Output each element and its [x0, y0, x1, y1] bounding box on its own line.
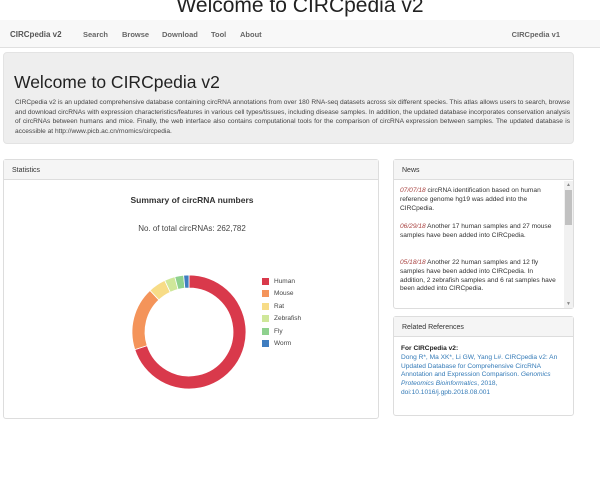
pie-slice-worm[interactable] [183, 274, 190, 289]
chart-title: Summary of circRNA numbers [130, 195, 254, 205]
chart-legend: Human Mouse Rat Zebrafish Fly Worm [262, 275, 301, 350]
nav-browse[interactable]: Browse [122, 30, 149, 39]
references-heading: Related References [394, 317, 573, 337]
news-item: 05/18/18 Another 22 human samples and 12… [400, 259, 558, 294]
legend-label: Fly [274, 327, 283, 335]
nav-circpedia-v1[interactable]: CIRCpedia v1 [512, 30, 560, 39]
legend-item-zebrafish[interactable]: Zebrafish [262, 313, 301, 326]
news-date: 05/18/18 [400, 259, 426, 266]
news-panel: News 07/07/18 circRNA identification bas… [393, 159, 574, 309]
reference-entry: For CIRCpedia v2: Dong R*, Ma XK*, Li GW… [401, 345, 567, 398]
legend-swatch [262, 277, 269, 285]
statistics-panel: Statistics Summary of circRNA numbers No… [3, 159, 379, 419]
news-date: 06/29/18 [400, 223, 426, 230]
reference-label: For CIRCpedia v2: [401, 345, 459, 352]
legend-swatch [262, 340, 269, 348]
legend-swatch [262, 315, 269, 323]
legend-item-worm[interactable]: Worm [262, 338, 301, 351]
news-item: 07/07/18 circRNA identification based on… [400, 187, 558, 213]
legend-label: Human [274, 277, 295, 285]
welcome-jumbotron: Welcome to CIRCpedia v2 CIRCpedia v2 is … [3, 52, 574, 144]
welcome-title: Welcome to CIRCpedia v2 [14, 72, 220, 92]
legend-label: Rat [274, 302, 285, 310]
circrna-donut-chart [131, 274, 247, 390]
nav-download[interactable]: Download [162, 30, 198, 39]
chart-total-label: No. of total circRNAs: 262,782 [138, 224, 246, 233]
references-panel: Related References For CIRCpedia v2: Don… [393, 316, 574, 416]
nav-about[interactable]: About [240, 30, 262, 39]
legend-item-mouse[interactable]: Mouse [262, 288, 301, 301]
pie-slice-mouse[interactable] [131, 289, 160, 351]
statistics-heading: Statistics [4, 160, 378, 180]
legend-swatch [262, 290, 269, 298]
news-scrollbar[interactable]: ▲ ▼ [564, 181, 573, 308]
legend-item-fly[interactable]: Fly [262, 325, 301, 338]
legend-label: Zebrafish [274, 315, 302, 323]
news-heading: News [394, 160, 573, 180]
legend-swatch [262, 327, 269, 335]
legend-label: Worm [274, 340, 292, 348]
scroll-up-arrow-icon[interactable]: ▲ [564, 181, 573, 189]
news-list: 07/07/18 circRNA identification based on… [394, 181, 573, 308]
legend-item-rat[interactable]: Rat [262, 300, 301, 313]
navbar-brand[interactable]: CIRCpedia v2 [10, 30, 62, 39]
legend-item-human[interactable]: Human [262, 275, 301, 288]
navbar: CIRCpedia v2 Search Browse Download Tool… [0, 20, 600, 48]
scroll-thumb[interactable] [565, 190, 572, 225]
legend-label: Mouse [274, 290, 294, 298]
scroll-down-arrow-icon[interactable]: ▼ [564, 300, 573, 308]
news-item: 06/29/18 Another 17 human samples and 27… [400, 223, 558, 241]
nav-tool[interactable]: Tool [211, 30, 226, 39]
news-date: 07/07/18 [400, 187, 426, 194]
legend-swatch [262, 302, 269, 310]
page-heading: Welcome to CIRCpedia v2 [176, 0, 424, 17]
welcome-description: CIRCpedia v2 is an updated comprehensive… [15, 99, 570, 135]
nav-search[interactable]: Search [83, 30, 108, 39]
